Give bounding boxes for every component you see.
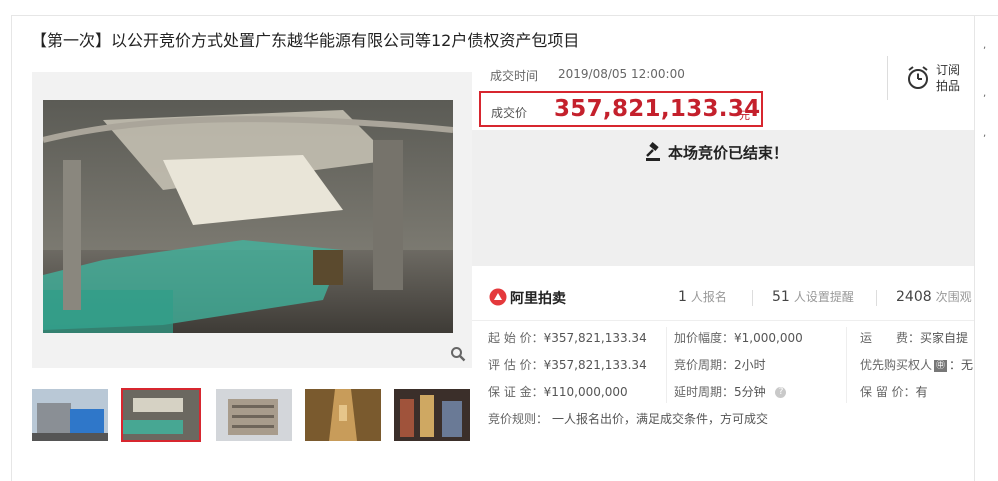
thumbnail-2[interactable] xyxy=(121,388,201,442)
info-appraisal-price: 评 估 价：¥357,821,133.34 xyxy=(488,358,647,372)
sidebar-mark: , xyxy=(983,88,987,99)
info-priority-buyer: 优先购买权人㊥：无 xyxy=(860,358,974,372)
magnifier-icon[interactable] xyxy=(450,346,466,362)
divider xyxy=(472,320,974,321)
subscribe-label-line1: 订阅 xyxy=(936,63,961,77)
auction-ended-text: 本场竞价已结束！ xyxy=(668,144,789,162)
divider xyxy=(666,327,667,403)
question-icon[interactable]: ? xyxy=(775,387,787,398)
right-sidebar-strip: , , , xyxy=(974,15,998,481)
info-start-price: 起 始 价：¥357,821,133.34 xyxy=(488,331,647,345)
thumbnail-4[interactable] xyxy=(305,389,381,441)
thumbnail-3[interactable] xyxy=(216,389,292,441)
info-bid-rule: 竞价规则： 一人报名出价，满足成交条件，方可成交 xyxy=(488,412,769,426)
platform-name: 阿里拍卖 xyxy=(510,291,566,307)
divider xyxy=(876,290,877,306)
deal-time-label: 成交时间 xyxy=(490,69,539,83)
subscribe-label-line2: 拍品 xyxy=(936,79,961,93)
info-shipping: 运 费：买家自提 xyxy=(860,331,969,345)
alarm-clock-icon xyxy=(908,66,928,89)
thumbnail-5[interactable] xyxy=(394,389,470,441)
deal-price-unit: 元 xyxy=(739,109,750,122)
sidebar-mark: , xyxy=(983,128,987,139)
info-increment: 加价幅度：¥1,000,000 xyxy=(674,331,803,345)
subscribe-label: 订阅 拍品 xyxy=(936,62,964,94)
stats-row: 阿里拍卖 1 人报名 51 人设置提醒 2408 次围观 xyxy=(472,282,974,316)
deal-price-value: 357,821,133.34 xyxy=(554,96,761,122)
subscribe-button[interactable]: 订阅 拍品 xyxy=(887,56,966,100)
thumbnail-1[interactable] xyxy=(32,389,108,441)
divider xyxy=(846,327,847,403)
stat-views: 2408 次围观 xyxy=(896,289,972,305)
main-image-viewer[interactable] xyxy=(32,72,472,368)
info-bid-period: 竞价周期：2小时 xyxy=(674,358,766,372)
info-reserve-price: 保 留 价：有 xyxy=(860,385,928,399)
main-photo xyxy=(43,100,453,333)
info-extension-period: 延时周期：5分钟 ? xyxy=(674,385,787,399)
divider xyxy=(752,290,753,306)
item-title: 【第一次】以公开竞价方式处置广东越华能源有限公司等12户债权资产包项目 xyxy=(31,31,580,50)
gavel-icon xyxy=(646,142,660,161)
stat-signups: 1 人报名 xyxy=(678,289,727,305)
deal-price-label: 成交价 xyxy=(491,106,528,120)
badge-icon: ㊥ xyxy=(934,359,948,372)
deal-time-value: 2019/08/05 12:00:00 xyxy=(558,67,685,81)
sidebar-mark: , xyxy=(983,40,987,51)
auction-status-band: 本场竞价已结束！ xyxy=(472,130,974,266)
info-deposit: 保 证 金：¥110,000,000 xyxy=(488,385,628,399)
ali-auction-logo-icon xyxy=(489,288,507,306)
stat-reminders: 51 人设置提醒 xyxy=(772,289,854,305)
deal-price-box: 成交价 357,821,133.34 元 xyxy=(479,91,763,127)
